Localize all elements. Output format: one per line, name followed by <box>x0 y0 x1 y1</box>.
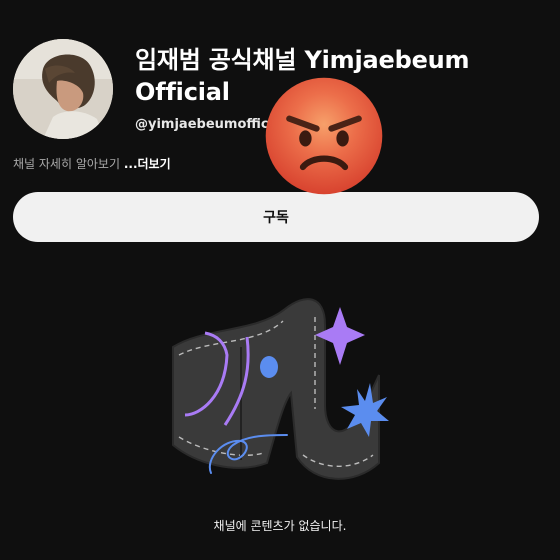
avatar-photo <box>13 39 113 139</box>
empty-channel-message: 채널에 콘텐츠가 없습니다. <box>213 519 347 533</box>
channel-about[interactable]: 채널 자세히 알아보기 ...더보기 <box>13 155 171 172</box>
more-link[interactable]: ...더보기 <box>124 157 171 171</box>
angry-face-emoji <box>265 77 383 195</box>
subscribe-button[interactable]: 구독 <box>13 192 539 242</box>
empty-channel-illustration <box>172 298 389 480</box>
about-text: 채널 자세히 알아보기 <box>13 157 120 171</box>
channel-avatar[interactable] <box>13 39 113 139</box>
